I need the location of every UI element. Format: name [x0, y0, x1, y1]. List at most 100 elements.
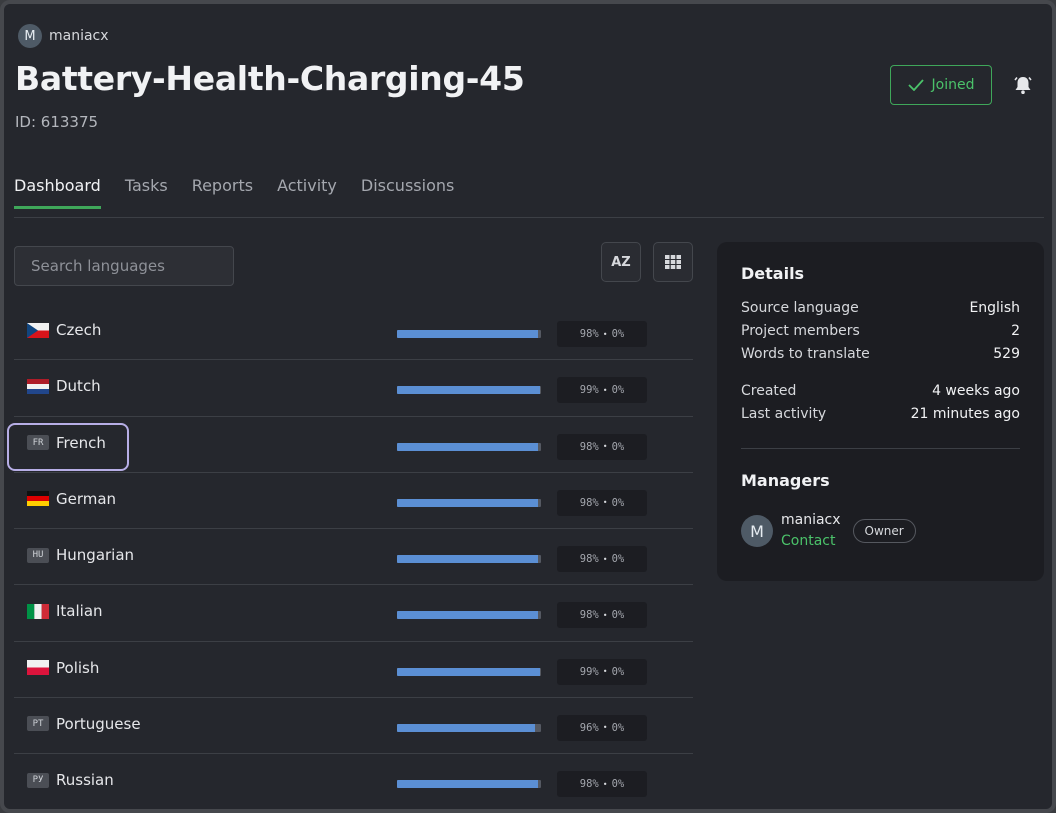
grid-view-button[interactable] — [653, 242, 693, 282]
language-row-czech[interactable]: Czech 98% • 0% — [14, 304, 693, 361]
progress-fill — [397, 442, 539, 451]
separator-dot: • — [602, 610, 608, 620]
progress-fill — [397, 780, 539, 788]
language-name: Russian — [56, 771, 114, 789]
app-window: M maniacx Battery-Health-Charging-45 ID:… — [0, 0, 1056, 813]
language-row-portuguese[interactable]: PT Portuguese 96% • 0% — [14, 698, 693, 754]
approved-percent: 0% — [611, 721, 625, 734]
source-language-value: English — [969, 300, 1020, 316]
czech-flag-icon — [27, 322, 49, 338]
source-language-row: Source language English — [741, 297, 1020, 320]
separator-dot: • — [602, 442, 608, 451]
tab-activity[interactable]: Activity — [277, 176, 337, 209]
language-row-hungarian[interactable]: HU Hungarian 98% • 0% — [14, 529, 693, 586]
created-value: 4 weeks ago — [932, 383, 1020, 399]
language-name: French — [56, 433, 106, 452]
created-label: Created — [741, 383, 797, 399]
progress-stats: 98% • 0% — [557, 433, 647, 460]
translated-percent: 98% — [579, 440, 599, 453]
project-members-label: Project members — [741, 323, 860, 339]
language-row-polish[interactable]: Polish 99% • 0% — [14, 642, 693, 698]
details-title: Details — [741, 264, 805, 283]
grid-view-icon — [665, 255, 681, 269]
sort-button[interactable]: AZ — [601, 242, 641, 282]
tab-dashboard[interactable]: Dashboard — [14, 176, 101, 209]
manager-contact-link[interactable]: Contact — [781, 531, 841, 552]
dutch-flag-icon — [27, 378, 49, 394]
details-divider — [741, 448, 1020, 449]
joined-label: Joined — [931, 77, 975, 93]
details-panel: Details Source language English Project … — [717, 242, 1044, 581]
translated-percent: 96% — [579, 721, 599, 734]
language-label[interactable]: Italian — [27, 602, 103, 620]
language-label[interactable]: German — [27, 490, 116, 508]
progress-stats: 98% • 0% — [557, 489, 647, 516]
approved-percent: 0% — [611, 609, 625, 622]
progress-bar — [397, 442, 541, 451]
bell-alarm-icon[interactable] — [1012, 74, 1034, 96]
check-icon — [907, 79, 924, 91]
progress-stats: 98% • 0% — [557, 321, 647, 347]
progress-bar — [397, 555, 541, 563]
translated-percent: 98% — [579, 778, 599, 790]
separator-dot: • — [602, 329, 608, 339]
separator-dot: • — [602, 723, 608, 733]
portuguese-flag-icon: PT — [27, 716, 49, 732]
joined-button[interactable]: Joined — [890, 65, 992, 105]
progress-fill — [397, 723, 536, 732]
project-owner[interactable]: M maniacx — [18, 24, 109, 48]
language-label[interactable]: Polish — [27, 659, 99, 677]
translated-percent: 99% — [579, 384, 599, 397]
language-label[interactable]: HU Hungarian — [27, 546, 134, 564]
progress-stats: 98% • 0% — [557, 546, 647, 572]
progress-stats: 98% • 0% — [557, 602, 647, 629]
progress-bar — [397, 498, 541, 507]
separator-dot: • — [602, 554, 608, 564]
language-name: Czech — [56, 321, 102, 339]
progress-stats: 99% • 0% — [557, 377, 647, 404]
progress-stats: 99% • 0% — [557, 658, 647, 685]
separator-dot: • — [602, 667, 608, 676]
language-name: Polish — [56, 658, 100, 677]
tab-reports[interactable]: Reports — [192, 176, 253, 209]
tab-discussions[interactable]: Discussions — [361, 176, 454, 209]
language-name: Dutch — [56, 377, 101, 396]
tab-tasks[interactable]: Tasks — [125, 176, 168, 209]
separator-dot: • — [602, 779, 608, 789]
owner-badge: Owner — [852, 519, 916, 543]
language-row-dutch[interactable]: Dutch 99% • 0% — [14, 360, 693, 417]
search-languages-input[interactable] — [14, 246, 234, 286]
progress-bar — [397, 330, 541, 338]
approved-percent: 0% — [611, 665, 625, 678]
progress-fill — [397, 386, 540, 395]
french-flag-icon: FR — [27, 435, 49, 450]
language-label[interactable]: PT Portuguese — [27, 715, 141, 733]
managers-title: Managers — [741, 471, 830, 490]
language-row-russian[interactable]: РУ Russian 98% • 0% — [14, 754, 693, 809]
hungarian-flag-icon: HU — [27, 547, 49, 563]
progress-fill — [397, 498, 539, 507]
language-row-french[interactable]: FR French 98% • 0% — [7, 417, 693, 473]
progress-fill — [397, 555, 539, 563]
progress-bar — [397, 780, 541, 788]
separator-dot: • — [602, 498, 608, 508]
manager-item: M maniacx Contact Owner — [741, 510, 1020, 552]
language-label[interactable]: FR French — [27, 434, 106, 452]
source-language-label: Source language — [741, 300, 859, 316]
approved-percent: 0% — [611, 778, 625, 790]
last-activity-row: Last activity 21 minutes ago — [741, 403, 1020, 426]
language-label[interactable]: РУ Russian — [27, 771, 114, 789]
language-row-german[interactable]: German 98% • 0% — [14, 473, 693, 529]
last-activity-label: Last activity — [741, 406, 827, 422]
separator-dot: • — [602, 385, 608, 395]
sort-az-icon: AZ — [611, 254, 631, 270]
language-row-italian[interactable]: Italian 98% • 0% — [14, 585, 693, 642]
progress-bar — [397, 723, 541, 732]
progress-stats: 98% • 0% — [557, 771, 647, 797]
owner-name[interactable]: maniacx — [49, 28, 109, 44]
language-label[interactable]: Czech — [27, 321, 101, 339]
italian-flag-icon — [27, 603, 49, 619]
language-label[interactable]: Dutch — [27, 377, 101, 395]
manager-avatar[interactable]: M — [741, 515, 773, 547]
manager-name[interactable]: maniacx — [781, 510, 841, 531]
